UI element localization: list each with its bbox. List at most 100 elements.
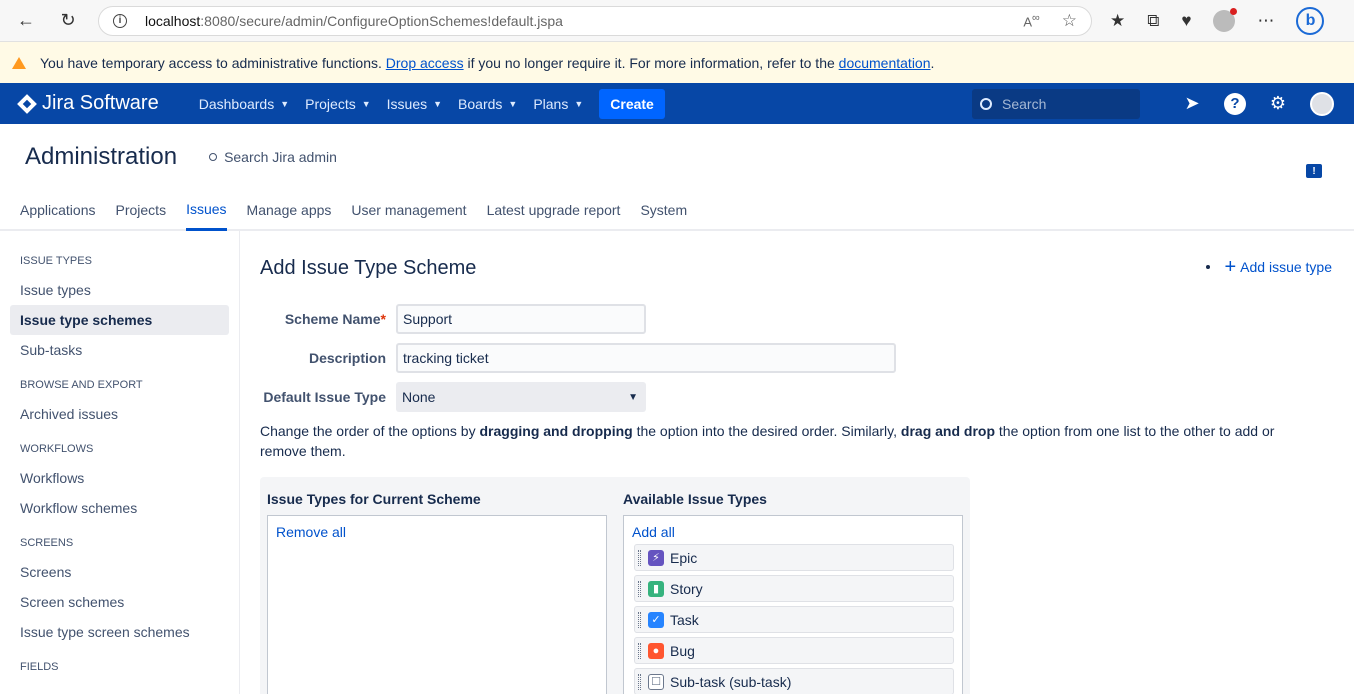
- admin-header: Administration Search Jira admin !: [0, 124, 1354, 190]
- admin-search-link[interactable]: Search Jira admin: [209, 149, 337, 165]
- megaphone-icon[interactable]: ➤: [1180, 92, 1204, 116]
- search-icon: [980, 97, 992, 110]
- more-icon[interactable]: ⋯: [1257, 11, 1274, 31]
- chevron-down-icon: ▼: [574, 98, 584, 109]
- add-favorite-icon[interactable]: ☆: [1062, 11, 1077, 31]
- site-info-icon[interactable]: i: [113, 13, 127, 28]
- admin-access-banner: You have temporary access to administrat…: [0, 42, 1354, 83]
- sidebar-item-workflow-schemes[interactable]: Workflow schemes: [10, 493, 229, 523]
- sidebar-item-issue-type-schemes[interactable]: Issue type schemes: [10, 305, 229, 335]
- performance-icon[interactable]: ♥: [1181, 11, 1191, 31]
- jira-header: Jira Software Dashboards ▼ Projects ▼ Issu…: [0, 83, 1354, 124]
- tab-latest-upgrade-report[interactable]: Latest upgrade report: [487, 189, 621, 230]
- description-label: Description: [308, 350, 386, 366]
- menu-dashboards[interactable]: Dashboards ▼: [199, 96, 289, 112]
- drag-handle-icon[interactable]: [638, 580, 641, 597]
- url-path: :8080/secure/admin/ConfigureOptionScheme…: [200, 12, 563, 29]
- remove-all-link[interactable]: Remove all: [276, 524, 598, 540]
- issue-type-task[interactable]: ✓ Task: [634, 606, 954, 633]
- issue-type-story[interactable]: ▮ Story: [634, 575, 954, 602]
- profile-avatar-icon[interactable]: [1213, 7, 1238, 32]
- sidebar-item-issue-types[interactable]: Issue types: [10, 275, 229, 305]
- tab-manage-apps[interactable]: Manage apps: [247, 189, 332, 230]
- help-icon[interactable]: ?: [1224, 92, 1246, 115]
- drag-handle-icon[interactable]: [638, 642, 641, 659]
- add-issue-type-link[interactable]: + Add issue type: [1206, 256, 1332, 278]
- default-issue-type-label: Default Issue Type: [263, 389, 386, 405]
- chevron-down-icon: ▼: [628, 391, 638, 403]
- issue-type-sub-task[interactable]: ☐ Sub-task (sub-task): [634, 668, 954, 694]
- scheme-name-field[interactable]: Support: [396, 304, 646, 334]
- documentation-link[interactable]: documentation: [839, 55, 931, 71]
- banner-text-middle: if you no longer require it. For more in…: [467, 54, 835, 71]
- menu-plans[interactable]: Plans ▼: [533, 96, 583, 112]
- sidebar-item-sub-tasks[interactable]: Sub-tasks: [10, 335, 229, 365]
- search-placeholder: Search: [1002, 95, 1047, 112]
- drag-handle-icon[interactable]: [638, 611, 641, 628]
- epic-icon: ⚡: [648, 549, 664, 566]
- sidebar-heading: WORKFLOWS: [20, 443, 94, 455]
- drag-drop-hint: Change the order of the options by dragg…: [260, 423, 1275, 459]
- tab-issues[interactable]: Issues: [186, 190, 227, 231]
- tab-applications[interactable]: Applications: [20, 189, 96, 230]
- drag-handle-icon[interactable]: [638, 673, 641, 690]
- user-avatar[interactable]: [1310, 91, 1334, 116]
- issue-type-bug[interactable]: ● Bug: [634, 637, 954, 664]
- sidebar-item-screen-schemes[interactable]: Screen schemes: [10, 587, 229, 617]
- sidebar-heading: SCREENS: [20, 537, 74, 549]
- gear-icon[interactable]: ⚙: [1266, 92, 1290, 116]
- tab-user-management[interactable]: User management: [351, 189, 466, 230]
- task-icon: ✓: [648, 611, 664, 628]
- chevron-down-icon: ▼: [280, 98, 290, 109]
- browser-toolbar: ← ↻ i localhost:8080/secure/admin/Config…: [0, 0, 1354, 42]
- page-title: Administration: [25, 143, 178, 170]
- add-all-link[interactable]: Add all: [632, 524, 954, 540]
- drop-access-link[interactable]: Drop access: [386, 55, 464, 71]
- jira-logo[interactable]: Jira Software: [17, 92, 159, 115]
- chevron-down-icon: ▼: [433, 98, 443, 109]
- sidebar-heading: BROWSE AND EXPORT: [20, 379, 143, 391]
- favorites-icon[interactable]: ★: [1110, 11, 1125, 31]
- default-issue-type-select[interactable]: None ▼: [396, 382, 646, 412]
- sub-task-icon: ☐: [648, 673, 664, 690]
- issue-type-epic[interactable]: ⚡ Epic: [634, 544, 954, 571]
- menu-projects[interactable]: Projects ▼: [305, 96, 371, 112]
- menu-issues[interactable]: Issues ▼: [387, 96, 442, 112]
- back-icon[interactable]: ←: [10, 5, 42, 37]
- sidebar-item-workflows[interactable]: Workflows: [10, 463, 229, 493]
- drag-handle-icon[interactable]: [638, 549, 641, 566]
- tab-projects[interactable]: Projects: [116, 189, 167, 230]
- sidebar-item-screens[interactable]: Screens: [10, 557, 229, 587]
- search-icon: [209, 153, 218, 161]
- refresh-icon[interactable]: ↻: [52, 5, 84, 37]
- address-bar[interactable]: i localhost:8080/secure/admin/ConfigureO…: [98, 5, 1092, 36]
- sidebar-heading: ISSUE TYPES: [20, 255, 92, 267]
- scheme-name-label: Scheme Name*: [284, 311, 386, 327]
- collections-icon[interactable]: ⧉: [1147, 11, 1159, 31]
- current-scheme-list[interactable]: Remove all: [267, 515, 607, 694]
- available-types-title: Available Issue Types: [623, 491, 767, 507]
- menu-boards[interactable]: Boards ▼: [458, 96, 517, 112]
- issue-type-lists: Issue Types for Current Scheme Remove al…: [260, 477, 970, 694]
- product-name: Jira Software: [42, 92, 159, 114]
- available-types-list[interactable]: Add all ⚡ Epic ▮ Story ✓ Task ● Bug ☐ Su…: [623, 515, 963, 694]
- chevron-down-icon: ▼: [508, 98, 518, 109]
- banner-text: You have temporary access to administrat…: [40, 54, 382, 71]
- banner-text-end: .: [930, 54, 935, 71]
- warning-icon: [12, 56, 26, 69]
- main-content: Add Issue Type Scheme + Add issue type S…: [240, 231, 1354, 694]
- bullet-icon: [1206, 265, 1211, 269]
- bug-icon: ●: [648, 642, 664, 659]
- jira-diamond-icon: [17, 93, 37, 114]
- bing-icon[interactable]: b: [1296, 6, 1325, 35]
- tab-system[interactable]: System: [640, 189, 687, 230]
- sidebar-item-archived-issues[interactable]: Archived issues: [10, 399, 229, 429]
- feedback-icon[interactable]: !: [1306, 164, 1322, 178]
- sidebar-item-issue-type-screen-schemes[interactable]: Issue type screen schemes: [10, 617, 229, 647]
- chevron-down-icon: ▼: [361, 98, 371, 109]
- create-button[interactable]: Create: [599, 88, 665, 119]
- search-input[interactable]: Search: [972, 88, 1140, 119]
- read-aloud-icon[interactable]: A∞: [1023, 12, 1039, 29]
- plus-icon: +: [1224, 256, 1237, 278]
- description-field[interactable]: tracking ticket: [396, 343, 896, 373]
